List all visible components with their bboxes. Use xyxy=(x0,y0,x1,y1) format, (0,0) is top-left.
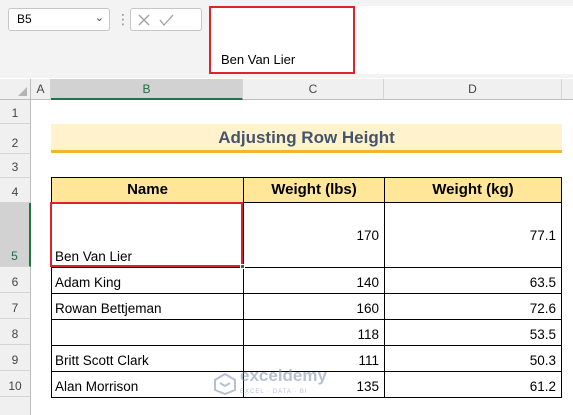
row-header-1[interactable]: 1 xyxy=(0,100,31,124)
formula-input[interactable]: Ben Van Lier xyxy=(209,6,355,74)
cell-text: Rowan Bettjeman xyxy=(55,301,162,316)
cell-c7[interactable]: 160 xyxy=(243,293,385,320)
cell-text: 61.2 xyxy=(529,379,556,394)
cell-d9[interactable]: 50.3 xyxy=(384,345,562,372)
cell-b6[interactable]: Adam King xyxy=(51,267,244,294)
watermark-brand: exceldemy EXCEL · DATA · BI xyxy=(240,366,327,400)
row-header-9[interactable]: 9 xyxy=(0,345,31,371)
cell-text: 160 xyxy=(356,301,379,316)
row-number: 2 xyxy=(11,136,19,150)
cell-text: 118 xyxy=(357,327,379,342)
column-header-d[interactable]: D xyxy=(384,79,562,100)
row-number: 4 xyxy=(11,185,19,199)
more-options-icon[interactable]: ⋮ xyxy=(116,11,130,28)
watermark: exceldemy EXCEL · DATA · BI xyxy=(214,366,327,400)
formula-input-extension[interactable] xyxy=(355,6,573,74)
column-header-b[interactable]: B xyxy=(51,79,243,100)
select-all-corner[interactable] xyxy=(0,79,31,100)
cell-d8[interactable]: 53.5 xyxy=(384,319,562,346)
row-number: 5 xyxy=(11,249,18,263)
cancel-icon[interactable] xyxy=(138,14,150,26)
header-weight-kg[interactable]: Weight (kg) xyxy=(384,177,562,203)
row-number: 1 xyxy=(11,106,19,120)
name-box[interactable]: B5 ⌄ xyxy=(8,8,110,31)
cell-text: 50.3 xyxy=(529,353,556,368)
row-number: 3 xyxy=(11,160,19,174)
cell-text: 111 xyxy=(358,353,379,368)
cell-text: Britt Scott Clark xyxy=(55,353,149,368)
cell-c5[interactable]: 170 xyxy=(243,202,385,268)
cell-text: 140 xyxy=(356,275,379,290)
row-number: 10 xyxy=(8,379,22,393)
cell-text: 77.1 xyxy=(529,228,556,243)
header-name[interactable]: Name xyxy=(51,177,244,203)
row-header-3[interactable]: 3 xyxy=(0,154,31,178)
sheet-title[interactable]: Adjusting Row Height xyxy=(51,124,562,153)
name-box-value: B5 xyxy=(17,12,32,26)
cell-text: Alan Morrison xyxy=(55,379,139,394)
header-weight-lbs[interactable]: Weight (lbs) xyxy=(243,177,385,203)
cell-text: 135 xyxy=(356,379,379,394)
cell-d7[interactable]: 72.6 xyxy=(384,293,562,320)
fill-handle[interactable] xyxy=(240,264,245,269)
cell-c8[interactable]: 118 xyxy=(243,319,385,346)
row-number: 6 xyxy=(11,275,19,289)
cell-text: 170 xyxy=(356,228,379,243)
cell-text: Adam King xyxy=(55,275,122,290)
watermark-name: exceldemy xyxy=(240,366,327,385)
formula-buttons: fx xyxy=(130,8,327,31)
enter-check-icon[interactable] xyxy=(159,14,174,26)
row-number: 9 xyxy=(11,353,19,367)
exceldemy-logo-icon xyxy=(214,373,236,395)
column-header-c[interactable]: C xyxy=(243,79,384,100)
cell-c6[interactable]: 140 xyxy=(243,267,385,294)
formula-content: Ben Van Lier xyxy=(221,52,296,67)
cell-b8[interactable] xyxy=(51,319,244,346)
row-number: 7 xyxy=(11,301,19,315)
cell-b7[interactable]: Rowan Bettjeman xyxy=(51,293,244,320)
cell-d5[interactable]: 77.1 xyxy=(384,202,562,268)
cell-d6[interactable]: 63.5 xyxy=(384,267,562,294)
row-header-2[interactable]: 2 xyxy=(0,124,31,154)
row-header-5[interactable]: 5 xyxy=(0,203,31,267)
row-header-4[interactable]: 4 xyxy=(0,178,31,203)
row-number: 8 xyxy=(11,327,19,341)
cell-text: 72.6 xyxy=(529,301,556,316)
watermark-tagline: EXCEL · DATA · BI xyxy=(240,389,308,395)
active-cell-border xyxy=(50,202,243,267)
row-header-11[interactable] xyxy=(0,397,31,415)
cell-text: 53.5 xyxy=(529,327,556,342)
column-header-e[interactable] xyxy=(562,79,573,100)
row-header-10[interactable]: 10 xyxy=(0,371,31,397)
row-header-6[interactable]: 6 xyxy=(0,267,31,293)
cell-text: 63.5 xyxy=(529,275,556,290)
column-header-a[interactable]: A xyxy=(31,79,51,100)
row-header-8[interactable]: 8 xyxy=(0,319,31,345)
formula-bar: B5 ⌄ ⋮ fx Ben Van Lier xyxy=(0,0,573,78)
row-header-7[interactable]: 7 xyxy=(0,293,31,319)
chevron-down-icon[interactable]: ⌄ xyxy=(95,11,104,24)
cell-d10[interactable]: 61.2 xyxy=(384,371,562,398)
